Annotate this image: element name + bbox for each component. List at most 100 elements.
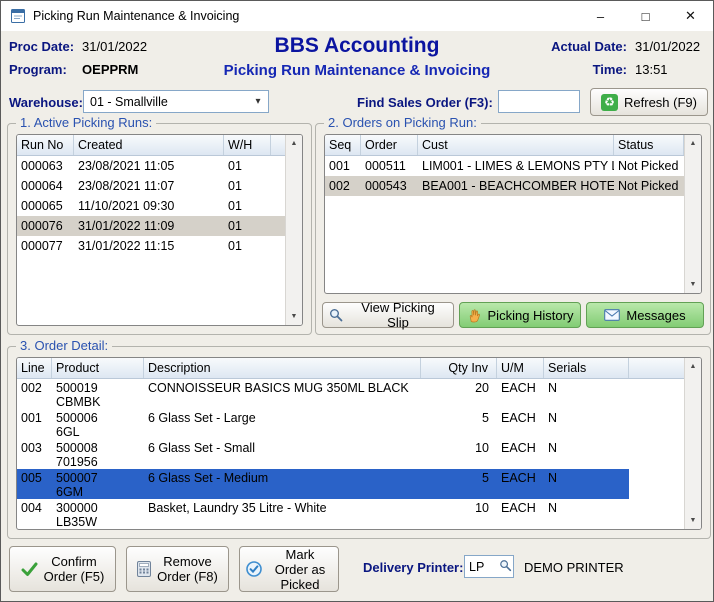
titlebar: Picking Run Maintenance & Invoicing – □ … [1,1,713,31]
seq-cell: 001 [325,156,361,176]
order-detail-row[interactable]: 005 500007 6GM 6 Glass Set - Medium 5 EA… [17,469,629,499]
cust-cell: LIM001 - LIMES & LEMONS PTY L... [418,156,614,176]
close-button[interactable]: ✕ [668,1,713,31]
refresh-button[interactable]: ♻ Refresh (F9) [590,88,708,116]
qty-cell: 5 [421,409,497,439]
product-cell: 500019 CBMBK [52,379,144,409]
col-created[interactable]: Created [74,135,224,155]
picking-history-button[interactable]: Picking History [459,302,581,328]
line-cell: 003 [17,439,52,469]
order-detail-row[interactable]: 003 500008 701956 6 Glass Set - Small 10… [17,439,629,469]
order-row[interactable]: 001 000511 LIM001 - LIMES & LEMONS PTY L… [325,156,684,176]
picking-run-row[interactable]: 000065 11/10/2021 09:30 01 [17,196,285,216]
order-detail-row[interactable]: 002 500019 CBMBK CONNOISSEUR BASICS MUG … [17,379,629,409]
wh-cell: 01 [224,216,271,236]
messages-button[interactable]: Messages [586,302,704,328]
wh-cell: 01 [224,236,271,256]
qty-cell: 10 [421,439,497,469]
created-cell: 11/10/2021 09:30 [74,196,224,216]
qty-cell: 10 [421,499,497,529]
actual-date-label: Actual Date: [551,39,627,54]
wh-cell: 01 [224,156,271,176]
remove-order-label-1: Remove [163,554,211,569]
serials-cell: N [544,379,629,409]
scroll-down-icon[interactable]: ▼ [286,309,302,324]
envelope-icon [604,309,620,321]
picking-run-row[interactable]: 000077 31/01/2022 11:15 01 [17,236,285,256]
serials-cell: N [544,409,629,439]
order-detail-scrollbar[interactable]: ▲ ▼ [684,358,701,529]
maximize-button[interactable]: □ [623,1,668,31]
remove-order-button[interactable]: Remove Order (F8) [126,546,229,592]
col-description[interactable]: Description [144,358,421,378]
confirm-order-button[interactable]: Confirm Order (F5) [9,546,116,592]
scroll-up-icon[interactable]: ▲ [286,136,302,151]
scroll-up-icon[interactable]: ▲ [685,359,701,374]
order-detail-group: 3. Order Detail: Line Product Descriptio… [7,346,711,539]
mark-order-picked-button[interactable]: Mark Order as Picked [239,546,339,592]
description-cell: Basket, Laundry 35 Litre - White [144,499,421,529]
order-row[interactable]: 002 000543 BEA001 - BEACHCOMBER HOTE... … [325,176,684,196]
picking-run-row[interactable]: 000064 23/08/2021 11:07 01 [17,176,285,196]
product-cell: 500008 701956 [52,439,144,469]
col-run-no[interactable]: Run No [17,135,74,155]
picking-runs-scrollbar[interactable]: ▲ ▼ [285,135,302,325]
active-picking-runs-title: 1. Active Picking Runs: [16,115,156,130]
order-detail-rows: 002 500019 CBMBK CONNOISSEUR BASICS MUG … [17,379,684,529]
line-cell: 005 [17,469,52,499]
scroll-up-icon[interactable]: ▲ [685,136,701,151]
line-cell: 004 [17,499,52,529]
order-detail-row[interactable]: 001 500006 6GL 6 Glass Set - Large 5 EAC… [17,409,629,439]
created-cell: 31/01/2022 11:09 [74,216,224,236]
hand-icon [467,308,482,323]
warehouse-label: Warehouse: [9,95,83,110]
wh-cell: 01 [224,196,271,216]
col-serials[interactable]: Serials [544,358,629,378]
picking-run-row[interactable]: 000063 23/08/2021 11:05 01 [17,156,285,176]
warehouse-value: 01 - Smallville [84,95,248,109]
minimize-button[interactable]: – [578,1,623,31]
orders-scrollbar[interactable]: ▲ ▼ [684,135,701,293]
product-sub: 6GL [56,426,140,439]
warehouse-select[interactable]: 01 - Smallville ▾ [83,90,269,113]
view-picking-slip-button[interactable]: View Picking Slip [322,302,454,328]
product-cell: 500006 6GL [52,409,144,439]
serials-cell: N [544,469,629,499]
scroll-down-icon[interactable]: ▼ [685,513,701,528]
printer-lookup-icon[interactable] [499,559,512,572]
filler-cell [271,176,285,196]
col-um[interactable]: U/M [497,358,544,378]
mark-order-picked-label-2: Picked [280,577,319,592]
find-sales-order-label: Find Sales Order (F3): [357,95,493,110]
col-product[interactable]: Product [52,358,144,378]
find-sales-order-input[interactable] [498,90,580,113]
col-status[interactable]: Status [614,135,684,155]
filler-cell [271,216,285,236]
col-qty-inv[interactable]: Qty Inv [421,358,497,378]
order-cell: 000511 [361,156,418,176]
check-icon [21,562,38,577]
picking-history-label: Picking History [488,308,574,323]
status-cell: Not Picked [614,156,684,176]
mark-order-picked-label-1: Mark Order as [268,547,332,577]
col-order[interactable]: Order [361,135,418,155]
actual-date-value: 31/01/2022 [635,39,705,54]
created-cell: 31/01/2022 11:15 [74,236,224,256]
col-wh[interactable]: W/H [224,135,271,155]
col-line[interactable]: Line [17,358,52,378]
order-detail-row[interactable]: 004 300000 LB35W Basket, Laundry 35 Litr… [17,499,629,529]
qty-cell: 20 [421,379,497,409]
delivery-printer-label: Delivery Printer: [363,560,463,575]
run-no-cell: 000077 [17,236,74,256]
time-label: Time: [551,62,627,77]
col-seq[interactable]: Seq [325,135,361,155]
run-no-cell: 000064 [17,176,74,196]
scroll-down-icon[interactable]: ▼ [685,277,701,292]
product-code: 500019 [56,382,140,395]
description-cell: 6 Glass Set - Large [144,409,421,439]
app-icon [10,8,26,24]
recycle-icon: ♻ [601,94,618,111]
picking-run-row[interactable]: 000076 31/01/2022 11:09 01 [17,216,285,236]
col-cust[interactable]: Cust [418,135,614,155]
qty-cell: 5 [421,469,497,499]
